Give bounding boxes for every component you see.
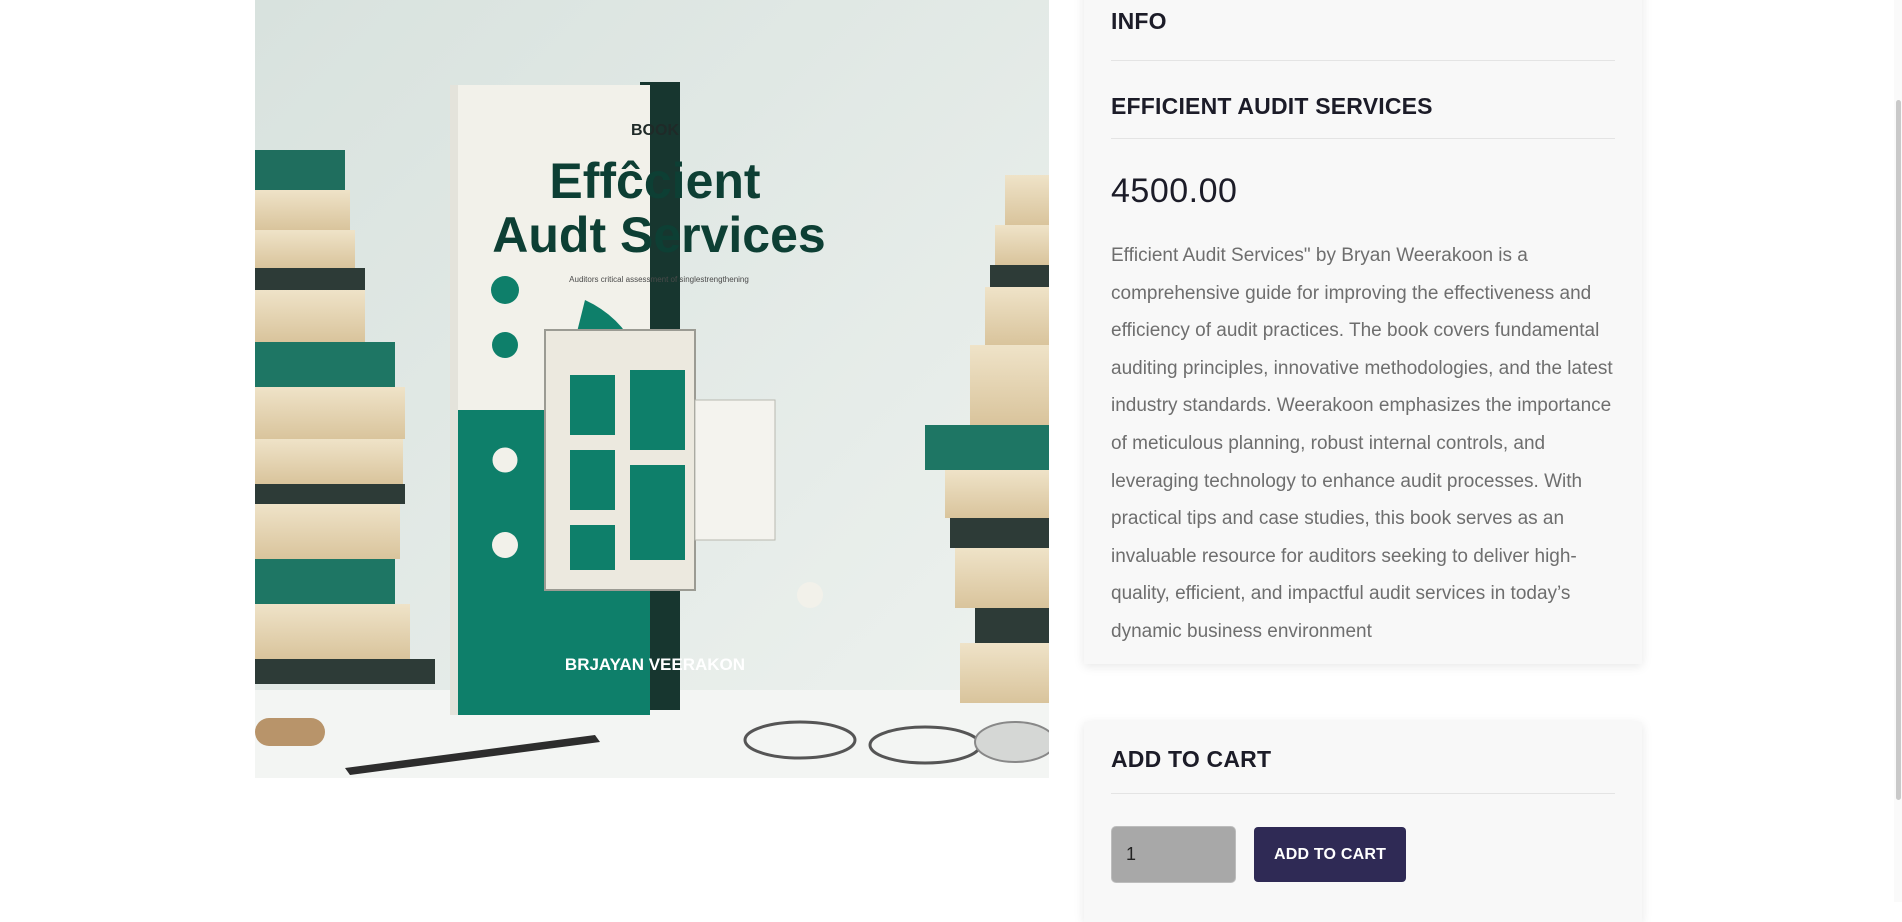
scrollbar-thumb[interactable] [1896,100,1901,800]
divider [1111,793,1615,794]
product-image: BOOK Effĉcient Audt Services Auditors cr… [255,0,1049,778]
page-scrollbar[interactable] [1894,0,1902,902]
cover-author: BRJAYAN VEERAKON [565,655,745,674]
add-to-cart-card: ADD TO CART ADD TO CART [1084,722,1642,922]
add-to-cart-button[interactable]: ADD TO CART [1254,827,1406,882]
product-price: 4500.00 [1111,172,1238,210]
add-to-cart-row: ADD TO CART [1111,826,1615,883]
product-info-card: INFO EFFICIENT AUDIT SERVICES 4500.00 Ef… [1084,0,1642,664]
divider [1111,138,1615,139]
cover-subtitle: Auditors critical assessment of singlest… [569,275,749,284]
quantity-input[interactable] [1111,826,1236,883]
cover-kicker: BOOK [631,122,679,139]
info-heading: INFO [1111,8,1167,34]
add-to-cart-heading: ADD TO CART [1111,746,1272,772]
product-description: Efficient Audit Services" by Bryan Weera… [1111,245,1613,642]
product-title: EFFICIENT AUDIT SERVICES [1111,93,1433,119]
cover-title-line1: Effĉcient [549,153,761,209]
cover-title-line2: Audt Services [492,207,825,263]
book-cover-illustration: BOOK Effĉcient Audt Services Auditors cr… [255,0,1049,778]
